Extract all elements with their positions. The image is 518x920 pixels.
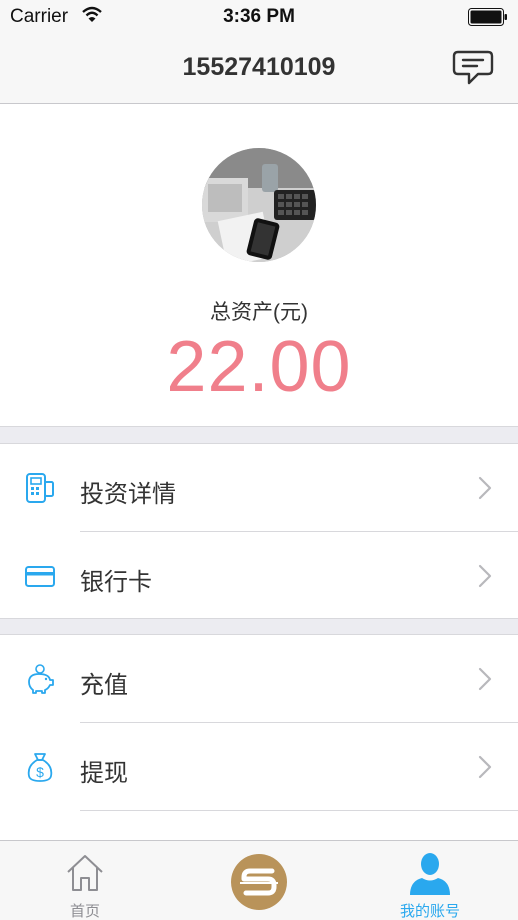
chat-bubble-icon[interactable] [452, 50, 494, 86]
avatar[interactable] [202, 148, 316, 262]
user-icon [410, 853, 450, 895]
tab-my-account[interactable]: 我的账号 [380, 841, 480, 920]
menu-group-1: 投资详情 银行卡 [0, 443, 518, 619]
tab-bar: 首页 我的账号 [0, 840, 518, 920]
menu-item-label: 充值 [80, 672, 128, 699]
credit-card-icon [25, 566, 55, 587]
pos-terminal-icon [26, 473, 54, 503]
chevron-right-icon [478, 755, 492, 779]
menu-group-2: 充值 $ 提现 [0, 634, 518, 854]
money-bag-icon: $ [27, 753, 53, 782]
chevron-right-icon [478, 667, 492, 691]
piggy-bank-icon [28, 664, 54, 694]
navigation-bar: 15527410109 [0, 34, 518, 104]
avatar-photo [202, 148, 316, 262]
clock-time: 3:36 PM [223, 6, 295, 27]
total-assets-value: 22.00 [166, 327, 352, 407]
menu-item-investment-details[interactable]: 投资详情 [0, 444, 518, 531]
tab-home[interactable]: 首页 [40, 841, 130, 920]
menu-item-label: 投资详情 [80, 481, 176, 508]
menu-item-recharge[interactable]: 充值 [0, 635, 518, 722]
menu-item-bank-card[interactable]: 银行卡 [0, 532, 518, 619]
row-divider [80, 810, 518, 811]
brand-logo-icon [231, 854, 287, 910]
profile-section: 总资产(元) 22.00 [0, 104, 518, 427]
tab-label: 我的账号 [399, 903, 460, 920]
page-title: 15527410109 [182, 53, 336, 81]
battery-icon [468, 8, 507, 26]
status-bar: Carrier 3:36 PM [0, 0, 518, 34]
tab-brand[interactable] [224, 841, 294, 920]
chevron-right-icon [478, 564, 492, 588]
svg-text:$: $ [36, 764, 44, 780]
home-icon [67, 855, 103, 891]
tab-label: 首页 [69, 903, 100, 920]
menu-item-label: 银行卡 [80, 569, 152, 596]
total-assets-label: 总资产(元) [210, 301, 308, 324]
chevron-right-icon [478, 476, 492, 500]
menu-item-label: 提现 [80, 760, 128, 787]
menu-item-withdraw[interactable]: $ 提现 [0, 723, 518, 810]
